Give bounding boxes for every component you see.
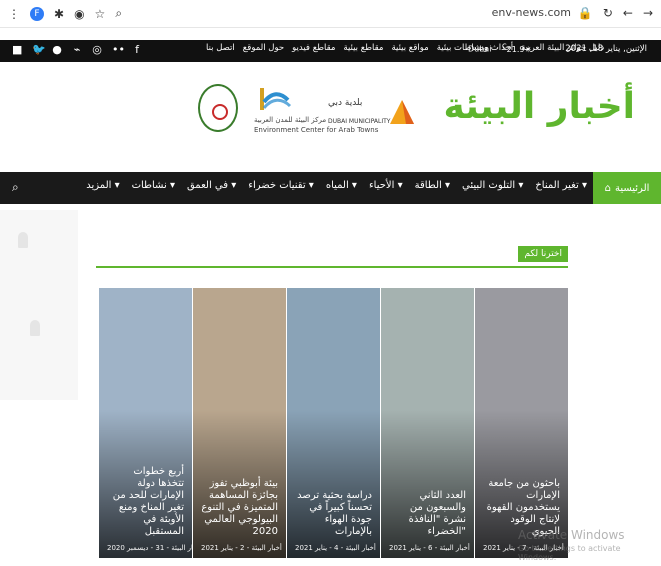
top-link-eco-clips[interactable]: مقاطع بيئية	[343, 43, 383, 53]
article-meta: أخبار البيئة - 4 - يناير 2021	[295, 544, 376, 552]
section-label: اخترنا لكم	[518, 246, 568, 262]
rss-icon[interactable]: ⌁	[72, 43, 82, 56]
chevron-down-icon: ▾	[228, 180, 237, 191]
facebook-icon[interactable]: f	[132, 43, 142, 56]
site-header: أخبار البيئة مركز البيئة للمدن العربية E…	[0, 70, 661, 165]
nav-home-label: الرئيسية	[614, 182, 650, 194]
leaf-decoration-2	[30, 320, 40, 336]
weather-widget: Dubai C21.9☀	[468, 42, 532, 54]
article-title[interactable]: العدد الثاني والسبعون من نشرة "النافذة ا…	[389, 490, 466, 538]
main-nav: ⌂ الرئيسية تغير المناخ ▾ التلوث البيئي ▾…	[0, 172, 661, 204]
top-link-about[interactable]: حول الموقع	[243, 43, 284, 53]
weather-temp: C21.9☀	[502, 42, 532, 54]
chevron-down-icon: ▾	[578, 180, 587, 191]
article-card[interactable]: باحثون من جامعة الإمارات يستخدمون القهوة…	[474, 288, 568, 558]
article-title[interactable]: دراسة بحثية ترصد تحسناً كبيراً في جودة ا…	[295, 490, 372, 538]
browser-toolbar-left: ⋮ F ✱ ◉ ☆ ⌕	[8, 6, 122, 21]
extension-icon-2[interactable]: ◉	[74, 7, 84, 21]
featured-articles: أربع خطوات تتخذها دولة الإمارات للحد من …	[98, 288, 568, 558]
dubai-municipality-logo: بلدية دبي DUBAI MUNICIPALITY	[328, 96, 418, 132]
nav-home[interactable]: ⌂ الرئيسية	[593, 172, 661, 204]
leaf-decoration	[18, 232, 28, 248]
sun-icon: ☀	[524, 44, 532, 54]
browser-toolbar-right: 🔒 ↻ ← →	[578, 6, 653, 20]
nav-items: تغير المناخ ▾ التلوث البيئي ▾ الطاقة ▾ ا…	[86, 180, 587, 191]
partner-logos: مركز البيئة للمدن العربية Environment Ce…	[198, 84, 418, 144]
top-links: اتصل بنا حول الموقع مقاطع فيديو مقاطع بي…	[206, 43, 604, 53]
nav-item-green-tech[interactable]: تقنيات خضراء ▾	[248, 180, 314, 191]
watermark-line2: Go to Settings to activate Windows.	[518, 544, 621, 562]
watermark-line1: Activate Windows	[518, 528, 625, 542]
chevron-down-icon: ▾	[441, 180, 451, 191]
date-text: الإثنين, يناير 18, 2021	[565, 44, 647, 54]
article-title[interactable]: أربع خطوات تتخذها دولة الإمارات للحد من …	[107, 466, 184, 538]
home-icon: ⌂	[604, 182, 611, 194]
chevron-down-icon: ▾	[348, 180, 357, 191]
article-card[interactable]: العدد الثاني والسبعون من نشرة "النافذة ا…	[380, 288, 474, 558]
social-links: ■ 🐦 ● ⌁ ◎ •• f	[12, 43, 142, 56]
top-link-videos[interactable]: مقاطع فيديو	[292, 43, 335, 53]
weather-temp-value: 21.9	[506, 44, 525, 54]
nav-item-in-depth[interactable]: في العمق ▾	[187, 180, 236, 191]
article-card[interactable]: بيئة أبوظبي تفوز بجائزة المساهمة المتميز…	[192, 288, 286, 558]
top-bar: ■ 🐦 ● ⌁ ◎ •• f اتصل بنا حول الموقع مقاطع…	[0, 40, 661, 62]
twitter-icon[interactable]: 🐦	[32, 43, 46, 56]
article-card[interactable]: دراسة بحثية ترصد تحسناً كبيراً في جودة ا…	[286, 288, 380, 558]
ecat-mark-icon	[260, 88, 292, 110]
dubai-text-en: DUBAI MUNICIPALITY	[328, 118, 391, 125]
chevron-down-icon: ▾	[111, 180, 120, 191]
extension-icon[interactable]: ✱	[54, 7, 64, 21]
nav-search-button[interactable]: ⌕	[12, 180, 19, 195]
top-link-contact[interactable]: اتصل بنا	[206, 43, 235, 53]
instagram-icon[interactable]: ◎	[92, 43, 102, 56]
nav-item-energy[interactable]: الطاقة ▾	[415, 180, 450, 191]
browser-toolbar: ⋮ F ✱ ◉ ☆ ⌕ env-news.com 🔒 ↻ ← →	[0, 0, 661, 28]
profile-icon[interactable]: F	[30, 6, 44, 21]
bookmark-star-icon[interactable]: ☆	[95, 7, 106, 21]
dubai-text-ar: بلدية دبي	[328, 98, 363, 108]
article-meta: أخبار البيئة - 2 - يناير 2021	[201, 544, 282, 552]
search-icon: ⌕	[12, 180, 19, 194]
nav-item-climate-change[interactable]: تغير المناخ ▾	[535, 180, 587, 191]
address-bar-url[interactable]: env-news.com	[492, 6, 571, 19]
soundcloud-icon[interactable]: ●	[52, 43, 62, 56]
top-link-eco-sites[interactable]: مواقع بيئية	[391, 43, 428, 53]
nav-item-biodiversity[interactable]: الأحياء ▾	[369, 180, 403, 191]
nav-item-water[interactable]: المياه ▾	[326, 180, 357, 191]
nav-item-pollution[interactable]: التلوث البيئي ▾	[462, 180, 523, 191]
nav-item-more[interactable]: المزيد ▾	[86, 180, 119, 191]
article-title[interactable]: بيئة أبوظبي تفوز بجائزة المساهمة المتميز…	[201, 478, 278, 538]
forward-icon[interactable]: ←	[623, 6, 633, 20]
windows-activation-watermark: Activate Windows Go to Settings to activ…	[518, 528, 661, 562]
seal-logo	[198, 84, 238, 132]
section-header: اخترنا لكم	[96, 240, 568, 268]
chevron-down-icon: ▾	[515, 180, 524, 191]
article-meta: أخبار البيئة - 6 - يناير 2021	[389, 544, 470, 552]
reload-icon[interactable]: ↻	[603, 6, 613, 20]
flickr-icon[interactable]: ••	[112, 43, 125, 56]
back-icon[interactable]: →	[643, 6, 653, 20]
more-options-icon[interactable]: ⋮	[8, 7, 20, 21]
article-meta: أخبار البيئة - 31 - ديسمبر 2020	[107, 544, 192, 552]
youtube-icon[interactable]: ■	[12, 43, 22, 56]
weather-city: Dubai	[468, 44, 492, 54]
chevron-down-icon: ▾	[305, 180, 314, 191]
dubai-mark-icon	[390, 100, 414, 124]
chevron-down-icon: ▾	[166, 180, 175, 191]
ecat-logo: مركز البيئة للمدن العربية Environment Ce…	[254, 84, 378, 139]
chevron-down-icon: ▾	[394, 180, 403, 191]
site-logo[interactable]: أخبار البيئة	[443, 86, 636, 127]
lock-icon: 🔒	[577, 6, 593, 20]
search-icon[interactable]: ⌕	[115, 6, 122, 21]
article-card[interactable]: أربع خطوات تتخذها دولة الإمارات للحد من …	[98, 288, 192, 558]
nav-item-activities[interactable]: نشاطات ▾	[132, 180, 175, 191]
section-divider	[96, 266, 568, 268]
side-decorative-panel	[0, 210, 78, 400]
